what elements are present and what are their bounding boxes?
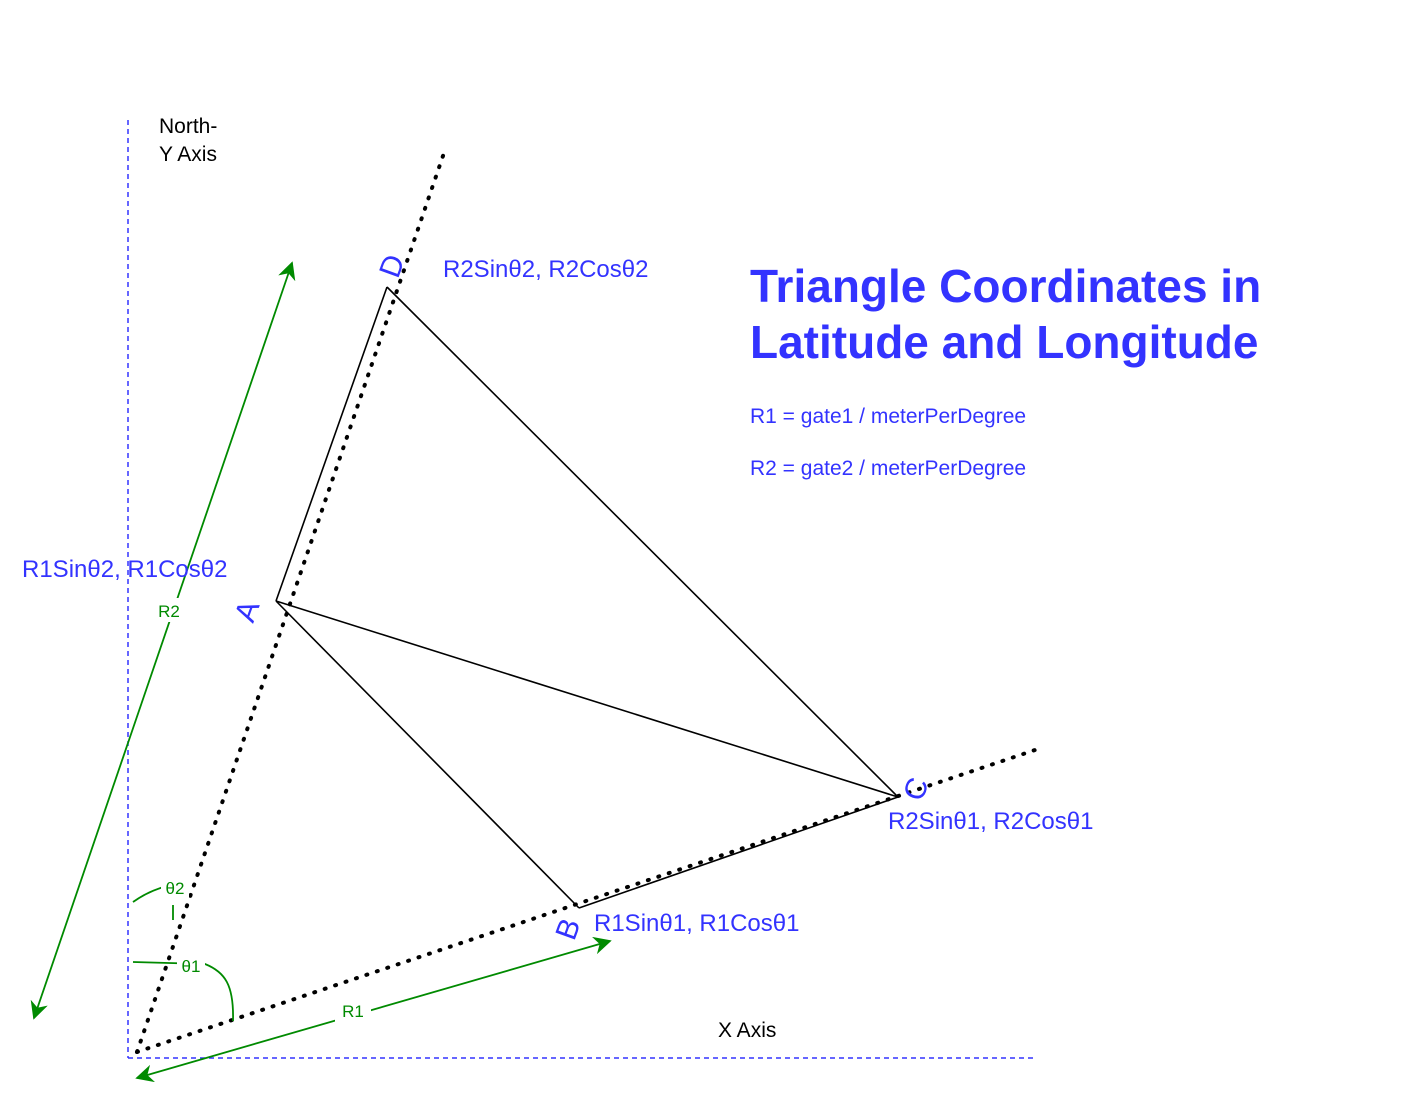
triangle-coordinates-diagram: R2 R1 θ2 θ1 North- Y Axis X Axis D A B C… — [22, 115, 1261, 1083]
edge-a-b — [275, 600, 580, 909]
point-a-coords: R1Sinθ2, R1Cosθ2 — [22, 556, 227, 583]
theta1-label: θ1 — [182, 957, 201, 976]
point-d-coords: R2Sinθ2, R2Cosθ2 — [443, 256, 648, 283]
definition-r1: R1 = gate1 / meterPerDegree — [750, 405, 1026, 428]
theta2-label: θ2 — [166, 879, 185, 898]
point-c-letter: C — [897, 773, 935, 805]
point-b-letter: B — [550, 914, 588, 944]
y-axis-label-line2: Y Axis — [159, 143, 217, 166]
title-line1: Triangle Coordinates in — [750, 260, 1261, 312]
r2-label: R2 — [158, 602, 180, 621]
point-d-letter: D — [373, 250, 411, 282]
point-b-coords: R1Sinθ1, R1Cosθ1 — [594, 910, 799, 937]
point-a-letter: A — [229, 596, 267, 626]
point-c-coords: R2Sinθ1, R2Cosθ1 — [888, 808, 1093, 835]
r2-dimension-arrow — [30, 261, 296, 1020]
definition-r2: R2 = gate2 / meterPerDegree — [750, 457, 1026, 480]
polygon-edges — [275, 286, 899, 909]
edge-a-c — [275, 600, 899, 798]
x-axis-label: X Axis — [718, 1019, 776, 1042]
title-line2: Latitude and Longitude — [750, 316, 1259, 368]
edge-b-c — [578, 796, 899, 909]
y-axis-label-line1: North- — [159, 115, 217, 138]
edge-a-d — [275, 286, 388, 602]
r1-label: R1 — [342, 1002, 364, 1021]
